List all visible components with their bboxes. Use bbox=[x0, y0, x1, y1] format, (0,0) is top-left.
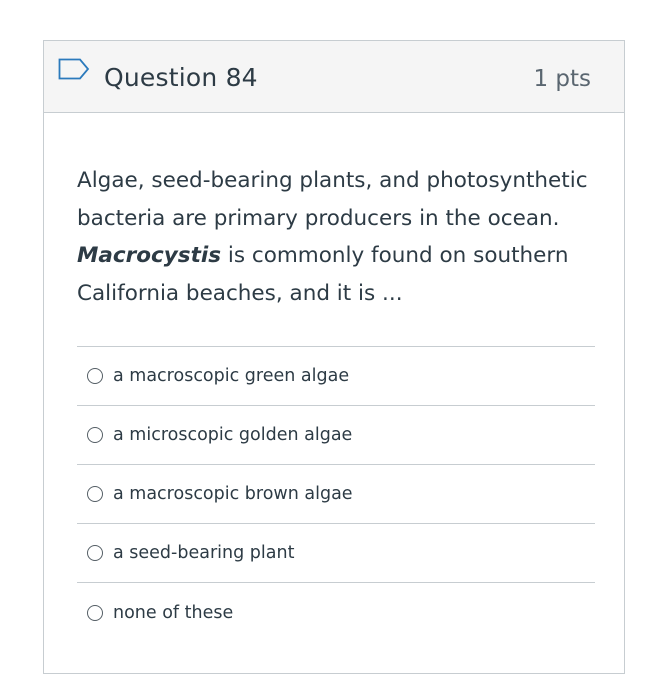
radio-button[interactable] bbox=[87, 604, 103, 621]
answer-option[interactable]: a seed-bearing plant bbox=[77, 523, 595, 582]
answer-label: none of these bbox=[113, 602, 234, 623]
flag-question-icon[interactable] bbox=[58, 58, 90, 80]
answer-list: a macroscopic green algae a microscopic … bbox=[77, 346, 595, 642]
answer-label: a seed-bearing plant bbox=[113, 543, 295, 563]
question-points: 1 pts bbox=[533, 66, 591, 92]
radio-button[interactable] bbox=[87, 427, 103, 443]
question-text-emphasis: Macrocystis bbox=[77, 243, 222, 268]
question-card: Question 84 1 pts Algae, seed-bearing pl… bbox=[43, 40, 625, 674]
question-text: Algae, seed-bearing plants, and photosyn… bbox=[77, 162, 602, 312]
question-header: Question 84 1 pts bbox=[44, 41, 624, 113]
radio-button[interactable] bbox=[87, 486, 103, 502]
question-title: Question 84 bbox=[104, 63, 258, 92]
question-text-part1: Algae, seed-bearing plants, and photosyn… bbox=[77, 168, 588, 231]
answer-option[interactable]: a macroscopic brown algae bbox=[77, 464, 595, 523]
answer-label: a macroscopic brown algae bbox=[113, 484, 353, 504]
answer-option[interactable]: a microscopic golden algae bbox=[77, 405, 595, 464]
answer-option[interactable]: a macroscopic green algae bbox=[77, 346, 595, 405]
answer-option[interactable]: none of these bbox=[77, 582, 595, 642]
radio-button[interactable] bbox=[87, 368, 103, 384]
answer-label: a macroscopic green algae bbox=[113, 366, 350, 386]
radio-button[interactable] bbox=[87, 545, 103, 561]
answer-label: a microscopic golden algae bbox=[113, 425, 353, 445]
